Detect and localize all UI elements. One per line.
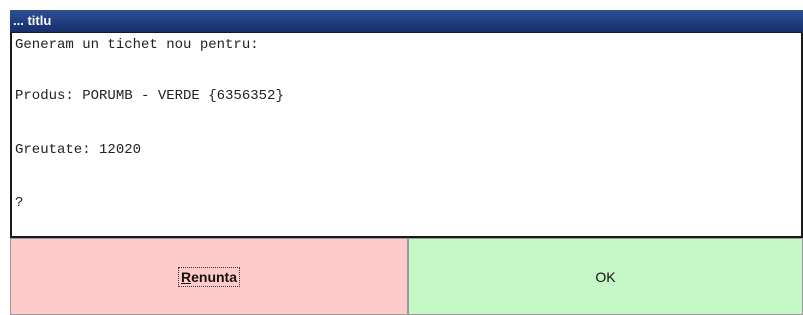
dialog-titlebar[interactable]: ... titlu bbox=[10, 10, 803, 32]
dialog-title: ... titlu bbox=[13, 13, 52, 28]
button-row: Renunta OK bbox=[10, 238, 803, 315]
message-line-product: Produs: PORUMB - VERDE {6356352} bbox=[15, 88, 284, 104]
dialog-window: ... titlu Generam un tichet nou pentru: … bbox=[10, 10, 803, 315]
ok-button-label: OK bbox=[595, 268, 616, 285]
message-line-header: Generam un tichet nou pentru: bbox=[15, 37, 259, 53]
message-area: Generam un tichet nou pentru: Produs: PO… bbox=[10, 32, 803, 238]
cancel-button-label: Renunta bbox=[177, 266, 240, 287]
message-line-weight: Greutate: 12020 bbox=[15, 142, 142, 158]
ok-button[interactable]: OK bbox=[408, 238, 803, 315]
message-line-question: ? bbox=[15, 195, 24, 211]
cancel-button[interactable]: Renunta bbox=[10, 238, 408, 315]
